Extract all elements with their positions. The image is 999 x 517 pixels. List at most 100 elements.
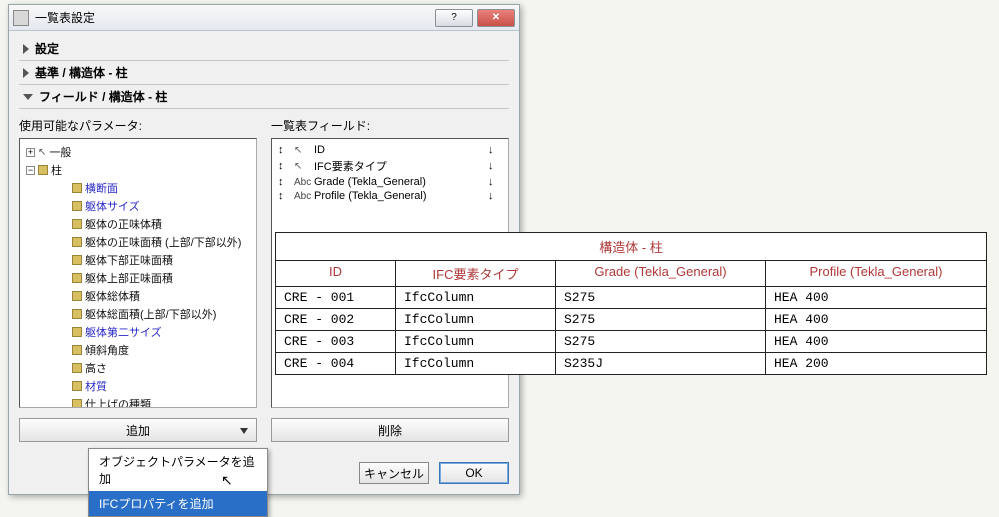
field-label: IFC要素タイプ	[314, 158, 484, 174]
field-row[interactable]: ↕AbcProfile (Tekla_General)↓	[276, 189, 504, 203]
param-icon	[72, 273, 82, 283]
table-cell: CRE - 003	[276, 331, 396, 353]
table-cell: IfcColumn	[396, 287, 556, 309]
add-button[interactable]: 追加	[19, 418, 257, 442]
table-row: CRE - 003IfcColumnS275HEA 400	[276, 331, 986, 353]
close-button[interactable]: ✕	[477, 9, 515, 27]
accordion-criteria[interactable]: 基準 / 構造体 - 柱	[19, 61, 509, 85]
tree-item-label: 躯体上部正味面積	[85, 270, 173, 286]
cursor-icon: ↖	[294, 145, 310, 156]
available-params-tree[interactable]: + ↖ 一般 − 柱 横断面躯体サイズ躯体の正味体積躯体の正味面積 (上部/下部…	[19, 138, 257, 408]
table-cell: CRE - 001	[276, 287, 396, 309]
table-cell: CRE - 004	[276, 353, 396, 374]
table-header: IFC要素タイプ	[396, 261, 556, 287]
sort-direction-icon[interactable]: ↓	[488, 144, 502, 156]
tree-item[interactable]: 仕上げの種類	[24, 395, 252, 408]
tree-node-general[interactable]: 一般	[49, 144, 71, 160]
sort-handle-icon[interactable]: ↕	[278, 160, 290, 172]
sort-direction-icon[interactable]: ↓	[488, 160, 502, 172]
sort-handle-icon[interactable]: ↕	[278, 176, 290, 188]
expand-icon[interactable]: +	[26, 148, 35, 157]
table-cell: IfcColumn	[396, 353, 556, 374]
sort-direction-icon[interactable]: ↓	[488, 190, 502, 202]
field-row[interactable]: ↕ ↖ ID ↓	[276, 143, 504, 157]
chevron-down-icon	[240, 428, 248, 434]
chevron-right-icon	[23, 68, 29, 78]
tree-item-label: 躯体第二サイズ	[85, 324, 162, 340]
field-row[interactable]: ↕ ↖ IFC要素タイプ ↓	[276, 157, 504, 175]
tree-item-label: 躯体サイズ	[85, 198, 140, 214]
param-icon	[72, 363, 82, 373]
table-cell: S275	[556, 331, 766, 353]
field-row[interactable]: ↕ Abc Grade (Tekla_General) ↓	[276, 175, 504, 189]
table-cell: IfcColumn	[396, 331, 556, 353]
table-title: 構造体 - 柱	[276, 233, 986, 261]
text-icon: Abc	[294, 177, 310, 188]
tree-item[interactable]: 躯体の正味体積	[24, 215, 252, 233]
tree-item-label: 躯体下部正味面積	[85, 252, 173, 268]
tree-item[interactable]: 躯体総面積(上部/下部以外)	[24, 305, 252, 323]
ok-button[interactable]: OK	[439, 462, 509, 484]
param-icon	[72, 255, 82, 265]
menu-item-add-ifc-property[interactable]: IFCプロパティを追加	[89, 491, 267, 516]
tree-item[interactable]: 躯体下部正味面積	[24, 251, 252, 269]
chevron-down-icon	[23, 94, 33, 100]
table-row: CRE - 004IfcColumnS235JHEA 200	[276, 353, 986, 374]
help-button[interactable]: ?	[435, 9, 473, 27]
table-cell: S235J	[556, 353, 766, 374]
accordion-fields[interactable]: フィールド / 構造体 - 柱	[19, 85, 509, 109]
mouse-cursor-icon: ↖	[221, 472, 233, 489]
collapse-icon[interactable]: −	[26, 166, 35, 175]
param-icon	[72, 201, 82, 211]
param-icon	[72, 327, 82, 337]
table-cell: HEA 400	[766, 309, 986, 331]
cancel-button[interactable]: キャンセル	[359, 462, 429, 484]
tree-item[interactable]: 躯体上部正味面積	[24, 269, 252, 287]
tree-item-label: 躯体の正味面積 (上部/下部以外)	[85, 234, 241, 250]
cursor-icon: ↖	[38, 147, 46, 158]
tree-item-label: 仕上げの種類	[85, 396, 151, 408]
field-label: Grade (Tekla_General)	[314, 176, 484, 188]
tree-item[interactable]: 躯体サイズ	[24, 197, 252, 215]
param-icon	[72, 183, 82, 193]
param-icon	[72, 237, 82, 247]
available-params-label: 使用可能なパラメータ:	[19, 117, 257, 134]
chevron-right-icon	[23, 44, 29, 54]
sort-handle-icon[interactable]: ↕	[278, 190, 290, 202]
accordion-settings[interactable]: 設定	[19, 37, 509, 61]
table-header: ID	[276, 261, 396, 287]
sort-handle-icon[interactable]: ↕	[278, 144, 290, 156]
table-cell: HEA 400	[766, 331, 986, 353]
dialog-title: 一覧表設定	[35, 9, 431, 26]
tree-item[interactable]: 傾斜角度	[24, 341, 252, 359]
cursor-icon: ↖	[294, 161, 310, 172]
sort-direction-icon[interactable]: ↓	[488, 176, 502, 188]
menu-item-add-object-param[interactable]: オブジェクトパラメータを追加	[89, 449, 267, 491]
table-header-row: ID IFC要素タイプ Grade (Tekla_General) Profil…	[276, 261, 986, 287]
tree-item-label: 躯体の正味体積	[85, 216, 162, 232]
table-row: CRE - 002IfcColumnS275HEA 400	[276, 309, 986, 331]
tree-item[interactable]: 躯体総体積	[24, 287, 252, 305]
app-icon	[13, 10, 29, 26]
tree-item[interactable]: 高さ	[24, 359, 252, 377]
field-label: Profile (Tekla_General)	[314, 190, 484, 202]
titlebar[interactable]: 一覧表設定 ? ✕	[9, 5, 519, 31]
table-header: Grade (Tekla_General)	[556, 261, 766, 287]
table-cell: HEA 200	[766, 353, 986, 374]
table-cell: HEA 400	[766, 287, 986, 309]
param-icon	[72, 309, 82, 319]
folder-icon	[38, 165, 48, 175]
tree-item[interactable]: 材質	[24, 377, 252, 395]
tree-item[interactable]: 躯体第二サイズ	[24, 323, 252, 341]
param-icon	[72, 399, 82, 408]
tree-node-column[interactable]: 柱	[51, 162, 62, 178]
tree-item-label: 躯体総面積(上部/下部以外)	[85, 306, 216, 322]
tree-item-label: 材質	[85, 378, 107, 394]
param-icon	[72, 345, 82, 355]
schedule-output-table: 構造体 - 柱 ID IFC要素タイプ Grade (Tekla_General…	[275, 232, 987, 375]
field-label: ID	[314, 144, 484, 156]
table-cell: IfcColumn	[396, 309, 556, 331]
tree-item[interactable]: 躯体の正味面積 (上部/下部以外)	[24, 233, 252, 251]
tree-item[interactable]: 横断面	[24, 179, 252, 197]
remove-button[interactable]: 削除	[271, 418, 509, 442]
